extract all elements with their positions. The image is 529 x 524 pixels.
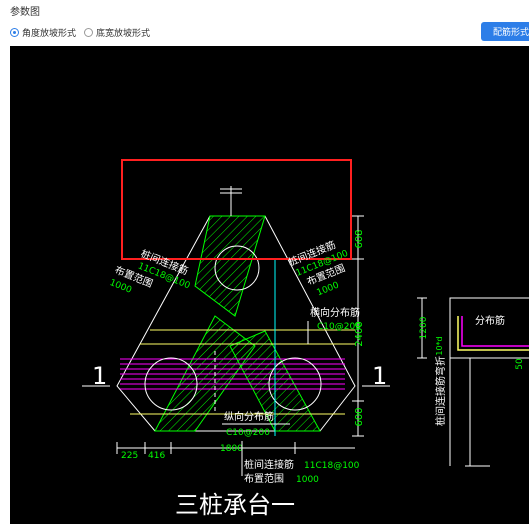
reinforcement-config-button[interactable]: 配筋形式 <box>481 22 529 41</box>
radio-selected-icon <box>10 28 19 37</box>
section-dist-label: 分布筋 <box>475 314 505 327</box>
section-dim-small: 10*d <box>435 336 444 355</box>
cad-drawing: 608 2400 600 225 416 1800 1 1 桩间连接筋 11C1… <box>82 159 529 519</box>
option-angle-slope-label: 角度放坡形式 <box>22 29 77 39</box>
dim-right-top: 608 <box>354 229 365 248</box>
drawing-main-title: 三桩承台一 <box>175 491 295 519</box>
svg-text:C10@200: C10@200 <box>317 322 361 332</box>
dim-right-bottom: 600 <box>354 407 365 426</box>
cad-drawing-canvas[interactable]: 608 2400 600 225 416 1800 1 1 桩间连接筋 11C1… <box>10 46 529 524</box>
option-base-width-slope[interactable]: 底宽放坡形式 <box>84 26 150 39</box>
dim-bottom-1800: 1800 <box>220 444 243 454</box>
svg-text:1000: 1000 <box>296 475 319 485</box>
svg-text:横向分布筋: 横向分布筋 <box>310 306 360 319</box>
svg-text:11C18@100: 11C18@100 <box>304 461 360 471</box>
option-angle-slope[interactable]: 角度放坡形式 <box>10 26 76 39</box>
option-base-width-slope-label: 底宽放坡形式 <box>96 29 151 39</box>
svg-text:布置范围: 布置范围 <box>244 472 284 485</box>
radio-unselected-icon <box>84 28 94 37</box>
panel-title: 参数图 <box>10 7 40 18</box>
slope-mode-options: 角度放坡形式 底宽放坡形式 <box>10 26 158 39</box>
dim-bottom-416: 416 <box>148 451 165 461</box>
svg-text:桩间连接筋: 桩间连接筋 <box>244 458 294 471</box>
section-view: 分布筋 1200 10*d 50 桩间连接筋弯折 <box>417 297 529 467</box>
section-dim-bottom: 50 <box>515 358 525 370</box>
svg-text:C10@200: C10@200 <box>226 428 270 438</box>
svg-text:纵向分布筋: 纵向分布筋 <box>224 410 274 423</box>
section-vertical-label: 桩间连接筋弯折 <box>434 356 447 426</box>
right-tie-annotation: 桩间连接筋 11C18@100 布置范围 1000 <box>286 238 350 298</box>
dim-bottom-225: 225 <box>121 451 138 461</box>
section-dim-top: 1200 <box>419 316 429 339</box>
top-arm <box>194 215 266 317</box>
